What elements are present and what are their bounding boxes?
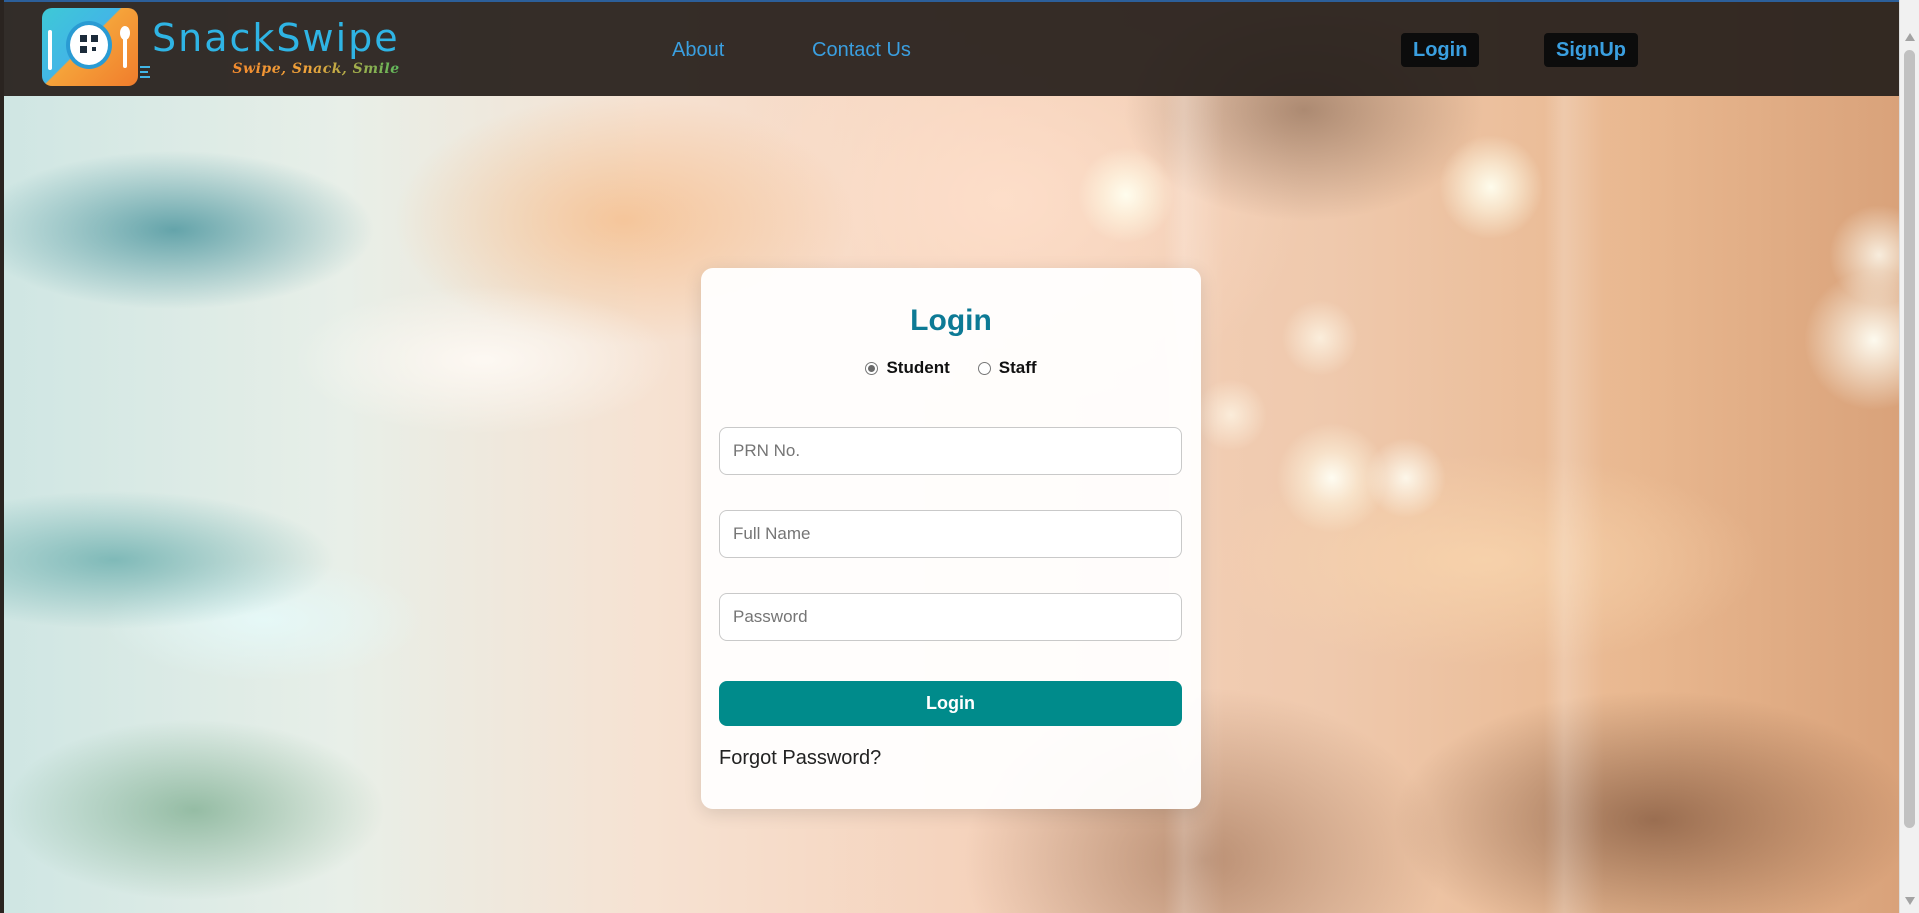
full-name-input[interactable] <box>719 510 1182 558</box>
qr-code-icon <box>70 25 108 65</box>
nav-login-button[interactable]: Login <box>1401 33 1480 67</box>
role-option-student[interactable]: Student <box>865 358 950 378</box>
scroll-up-arrow-icon[interactable] <box>1905 33 1915 41</box>
student-radio-label: Student <box>886 358 950 377</box>
nav-link-contact-us[interactable]: Contact Us <box>812 39 911 62</box>
vertical-scrollbar[interactable] <box>1899 0 1919 913</box>
role-selector: Student Staff <box>701 358 1201 378</box>
brand-tagline: Swipe, Snack, Smile <box>232 61 400 77</box>
login-title: Login <box>910 304 992 337</box>
nav-signup-button[interactable]: SignUp <box>1544 33 1638 67</box>
brand-name: SnackSwipe <box>152 16 400 60</box>
login-card: Login Student Staff Login Forgot Passwor… <box>701 268 1201 809</box>
password-input[interactable] <box>719 593 1182 641</box>
forgot-password-link[interactable]: Forgot Password? <box>719 747 881 770</box>
spoon-icon <box>120 26 130 68</box>
speed-lines-icon <box>140 64 150 78</box>
snackswipe-logo-icon <box>42 8 138 86</box>
scrollbar-thumb[interactable] <box>1904 50 1915 828</box>
page: SnackSwipe Swipe, Snack, Smile About Con… <box>0 0 1919 913</box>
navbar: SnackSwipe Swipe, Snack, Smile About Con… <box>4 0 1899 96</box>
nav-link-about[interactable]: About <box>672 39 724 62</box>
prn-input[interactable] <box>719 427 1182 475</box>
logo[interactable]: SnackSwipe Swipe, Snack, Smile <box>42 8 400 86</box>
role-option-staff[interactable]: Staff <box>977 358 1037 378</box>
staff-radio-label: Staff <box>998 358 1037 377</box>
staff-radio[interactable] <box>977 361 991 375</box>
login-submit-button[interactable]: Login <box>719 681 1182 726</box>
logo-text: SnackSwipe Swipe, Snack, Smile <box>152 17 400 77</box>
student-radio[interactable] <box>865 361 879 375</box>
fork-icon <box>48 30 52 70</box>
scroll-down-arrow-icon[interactable] <box>1905 897 1915 905</box>
